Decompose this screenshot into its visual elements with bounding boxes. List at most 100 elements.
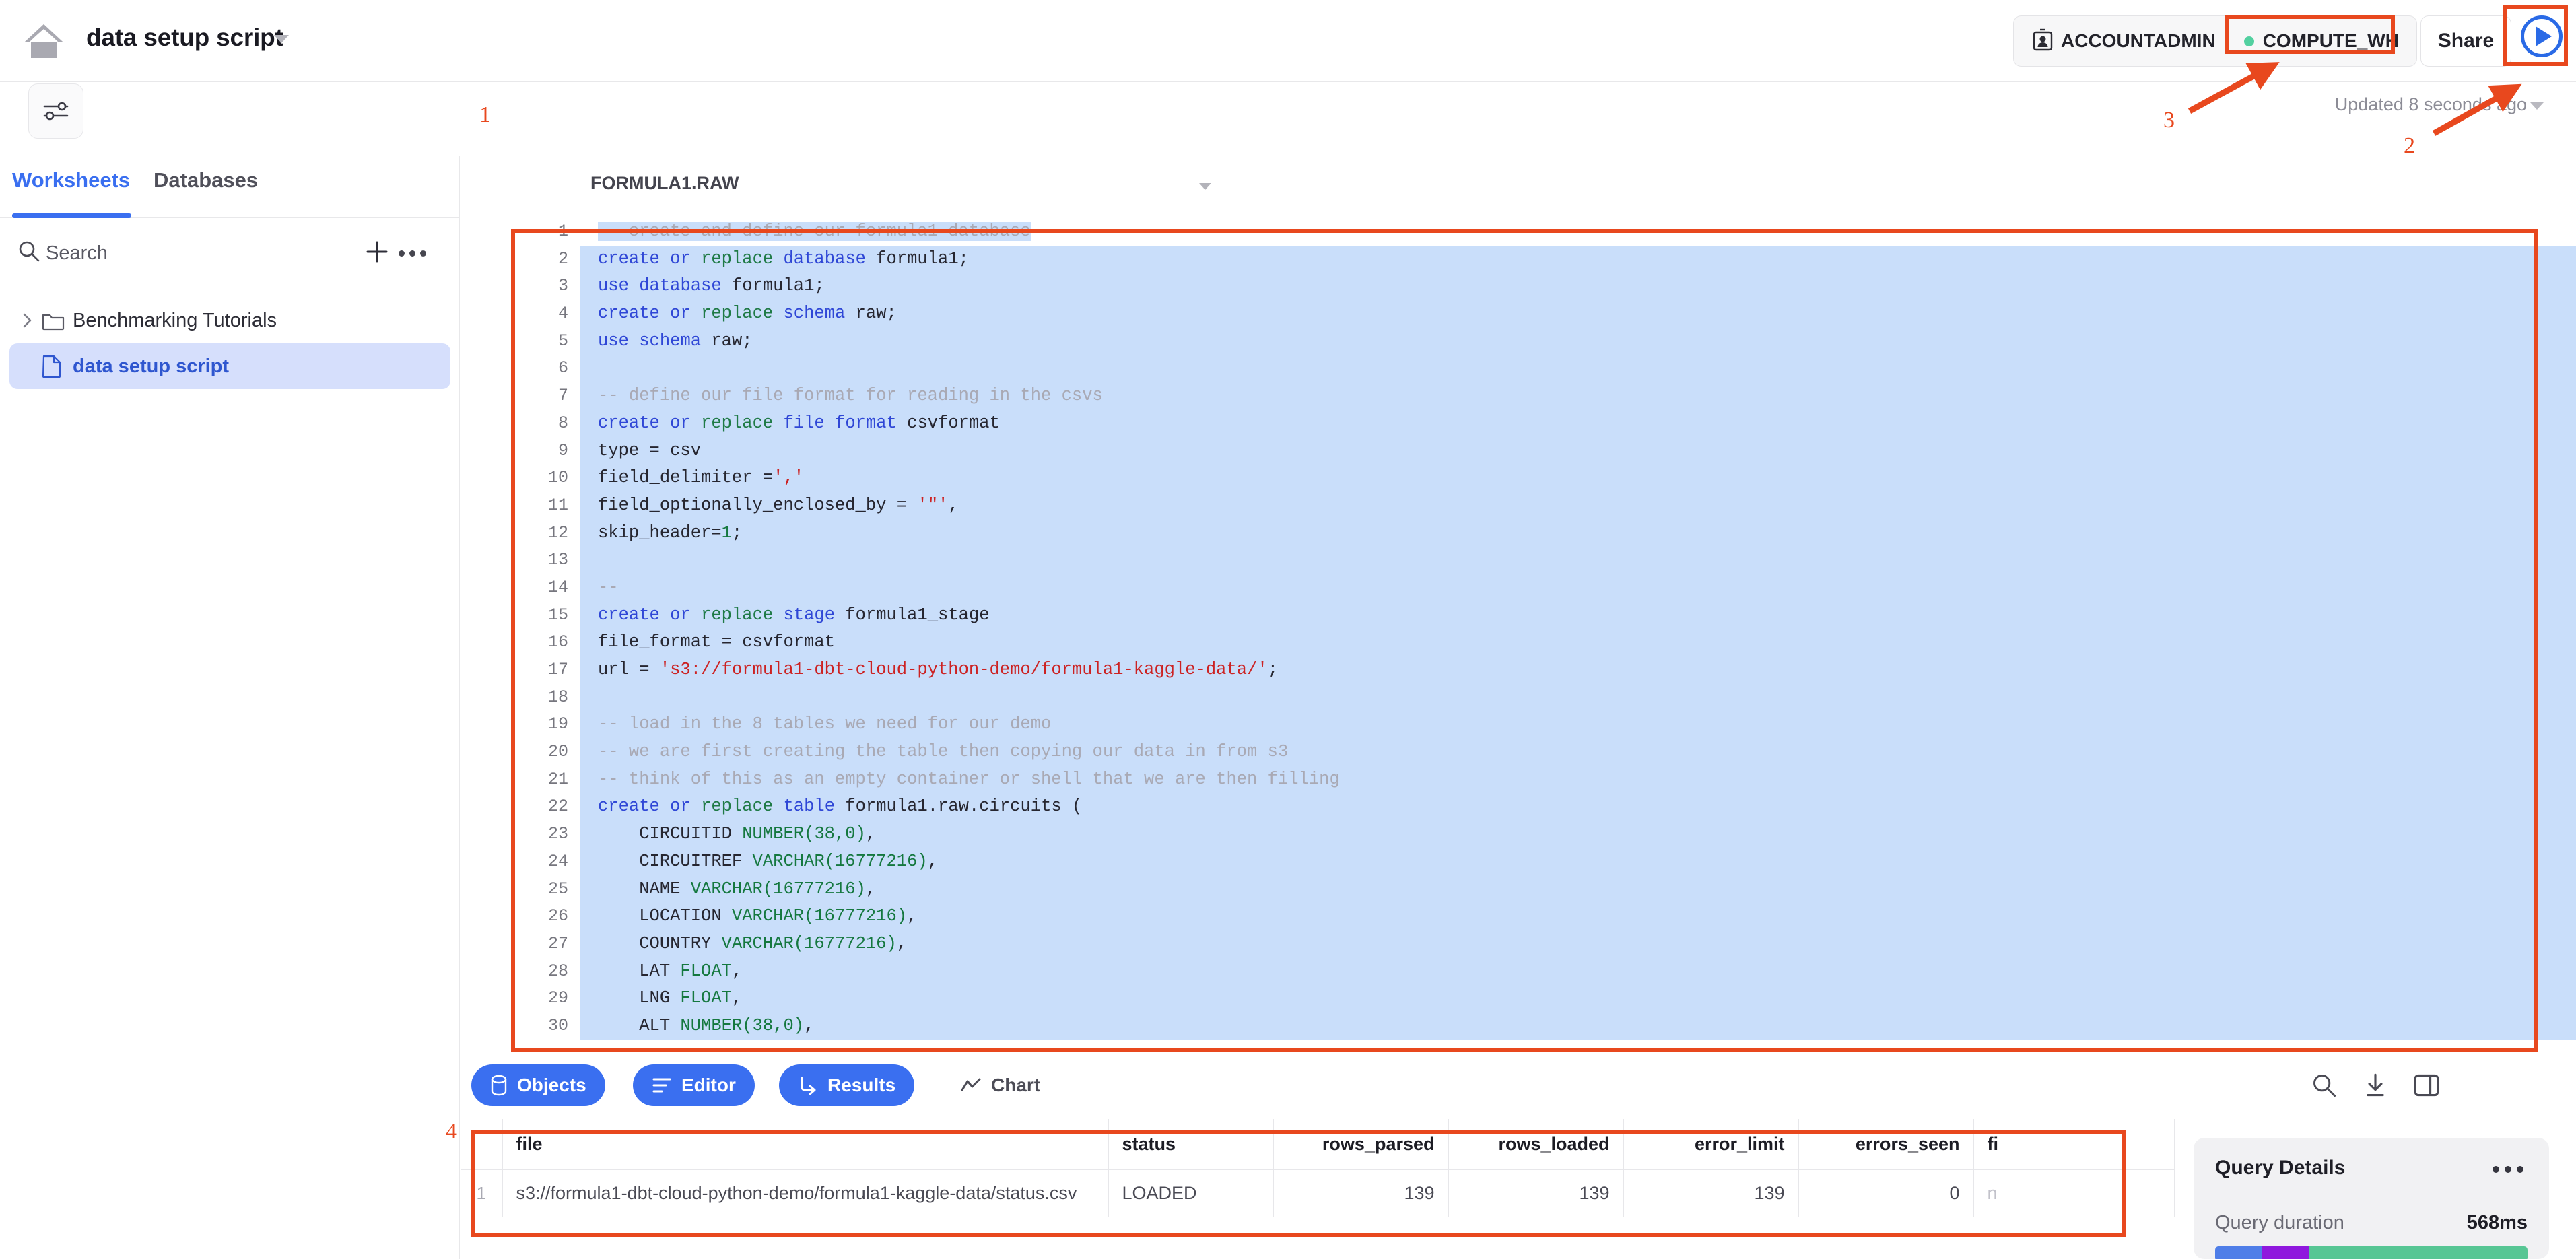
annotation-marker-4: 4 xyxy=(446,1119,457,1145)
code-line[interactable]: -- load in the 8 tables we need for our … xyxy=(580,711,2576,739)
code-line[interactable]: NAME VARCHAR(16777216), xyxy=(580,876,2576,904)
query-details-more-menu-button[interactable] xyxy=(2493,1166,2523,1173)
code-line[interactable]: type = csv xyxy=(580,438,2576,465)
cell-status: LOADED xyxy=(1108,1169,1273,1217)
add-worksheet-button[interactable] xyxy=(364,238,391,269)
code-line[interactable]: create or replace schema raw; xyxy=(580,300,2576,328)
code-line[interactable]: file_format = csvformat xyxy=(580,629,2576,656)
line-number: 3 xyxy=(505,273,580,300)
search-icon[interactable] xyxy=(18,240,40,266)
col-file[interactable]: file xyxy=(502,1119,1108,1169)
tab-chart[interactable]: Chart xyxy=(941,1064,1059,1106)
line-number: 24 xyxy=(505,848,580,876)
code-line[interactable]: LNG FLOAT, xyxy=(580,985,2576,1013)
col-error-limit[interactable]: error_limit xyxy=(1623,1119,1798,1169)
code-line[interactable]: skip_header=1; xyxy=(580,520,2576,547)
share-button[interactable]: Share xyxy=(2420,15,2511,67)
tab-editor[interactable]: Editor xyxy=(633,1064,755,1106)
sidebar-tabs: Worksheets Databases xyxy=(0,156,459,218)
col-errors-seen[interactable]: errors_seen xyxy=(1798,1119,1973,1169)
code-line[interactable]: -- create and define our formula1 databa… xyxy=(580,218,2576,246)
tab-databases[interactable]: Databases xyxy=(154,168,258,193)
updated-caret-icon[interactable] xyxy=(2530,102,2544,110)
annotation-marker-3: 3 xyxy=(2163,108,2175,133)
code-line[interactable]: LAT FLOAT, xyxy=(580,958,2576,986)
line-number: 27 xyxy=(505,930,580,958)
role-badge-icon xyxy=(2033,28,2053,55)
line-number: 22 xyxy=(505,793,580,821)
sidebar-search-row: Search xyxy=(0,218,460,285)
code-line[interactable] xyxy=(580,684,2576,712)
account-context-pill: ACCOUNTADMIN COMPUTE_WH xyxy=(2013,15,2417,67)
line-number: 20 xyxy=(505,739,580,766)
line-number: 21 xyxy=(505,766,580,794)
results-table-container[interactable]: file status rows_parsed rows_loaded erro… xyxy=(461,1119,2175,1259)
line-number: 25 xyxy=(505,876,580,904)
code-line[interactable]: field_optionally_enclosed_by = '"', xyxy=(580,492,2576,520)
tree-item-data-setup-script[interactable]: data setup script xyxy=(9,343,450,389)
tree-item-benchmarking-tutorials[interactable]: Benchmarking Tutorials xyxy=(9,298,450,343)
code-line[interactable]: -- we are first creating the table then … xyxy=(580,739,2576,766)
run-query-button[interactable] xyxy=(2521,15,2563,57)
annotation-marker-1: 1 xyxy=(479,102,491,128)
chart-line-icon xyxy=(960,1077,982,1093)
code-line[interactable]: create or replace file format csvformat xyxy=(580,410,2576,438)
db-schema-context[interactable]: FORMULA1.RAW xyxy=(590,173,739,194)
bottom-toolbar: Objects Editor Results Chart xyxy=(461,1054,2576,1118)
search-input[interactable]: Search xyxy=(46,242,108,265)
download-icon[interactable] xyxy=(2350,1073,2401,1098)
tab-results[interactable]: Results xyxy=(779,1064,914,1106)
context-row: FORMULA1.RAW xyxy=(461,156,2576,215)
table-row[interactable]: 1 s3://formula1-dbt-cloud-python-demo/fo… xyxy=(461,1169,2175,1217)
tab-objects[interactable]: Objects xyxy=(471,1064,605,1106)
lines-icon xyxy=(652,1077,672,1094)
line-number: 17 xyxy=(505,656,580,684)
worksheet-title-caret-icon[interactable] xyxy=(274,35,289,43)
home-icon[interactable] xyxy=(18,15,70,67)
col-status[interactable]: status xyxy=(1108,1119,1273,1169)
code-line[interactable]: -- xyxy=(580,574,2576,602)
warehouse-selector[interactable]: COMPUTE_WH xyxy=(2231,16,2412,66)
code-line[interactable]: field_delimiter =',' xyxy=(580,465,2576,492)
col-extra[interactable]: fi xyxy=(1973,1119,2175,1169)
table-header-row: file status rows_parsed rows_loaded erro… xyxy=(461,1119,2175,1169)
worksheet-tree: Benchmarking Tutorials data setup script xyxy=(0,298,460,389)
code-line[interactable]: LOCATION VARCHAR(16777216), xyxy=(580,903,2576,930)
col-rows-parsed[interactable]: rows_parsed xyxy=(1273,1119,1448,1169)
code-line[interactable]: use database formula1; xyxy=(580,273,2576,300)
code-line[interactable]: COUNTRY VARCHAR(16777216), xyxy=(580,930,2576,958)
worksheet-title[interactable]: data setup script xyxy=(86,24,283,52)
chevron-right-icon[interactable] xyxy=(22,312,42,329)
code-line[interactable]: create or replace database formula1; xyxy=(580,246,2576,273)
left-sidebar: Worksheets Databases Search xyxy=(0,156,460,1259)
filter-settings-button[interactable] xyxy=(28,83,83,139)
warehouse-status-dot-icon xyxy=(2244,36,2254,46)
results-toolbar-icons xyxy=(2299,1073,2452,1098)
code-line[interactable]: CIRCUITID NUMBER(38,0), xyxy=(580,821,2576,848)
sidebar-more-menu-button[interactable] xyxy=(399,250,426,257)
split-panel-icon[interactable] xyxy=(2401,1073,2452,1098)
col-rows-loaded[interactable]: rows_loaded xyxy=(1448,1119,1623,1169)
code-line[interactable]: url = 's3://formula1-dbt-cloud-python-de… xyxy=(580,656,2576,684)
role-selector[interactable]: ACCOUNTADMIN xyxy=(2018,16,2231,66)
line-number: 15 xyxy=(505,602,580,630)
code-line[interactable] xyxy=(580,355,2576,382)
code-line[interactable]: create or replace table formula1.raw.cir… xyxy=(580,793,2576,821)
duration-bar-segment-0 xyxy=(2215,1246,2262,1259)
code-line[interactable]: CIRCUITREF VARCHAR(16777216), xyxy=(580,848,2576,876)
context-caret-icon[interactable] xyxy=(1199,183,1211,190)
tab-worksheets[interactable]: Worksheets xyxy=(12,168,130,193)
code-line[interactable] xyxy=(580,547,2576,574)
code-line[interactable]: use schema raw; xyxy=(580,328,2576,355)
query-duration-label: Query duration xyxy=(2215,1212,2344,1234)
duration-bar-segment-1 xyxy=(2262,1246,2309,1259)
line-number: 14 xyxy=(505,574,580,602)
code-line[interactable]: -- define our file format for reading in… xyxy=(580,382,2576,410)
line-number: 26 xyxy=(505,903,580,930)
search-icon[interactable] xyxy=(2299,1073,2350,1098)
app-header: data setup script ACCOUNTADMIN COMPUTE_W… xyxy=(0,0,2576,82)
results-table: file status rows_parsed rows_loaded erro… xyxy=(461,1119,2175,1217)
code-line[interactable]: create or replace stage formula1_stage xyxy=(580,602,2576,630)
code-line[interactable]: -- think of this as an empty container o… xyxy=(580,766,2576,794)
code-line[interactable]: ALT NUMBER(38,0), xyxy=(580,1013,2576,1040)
